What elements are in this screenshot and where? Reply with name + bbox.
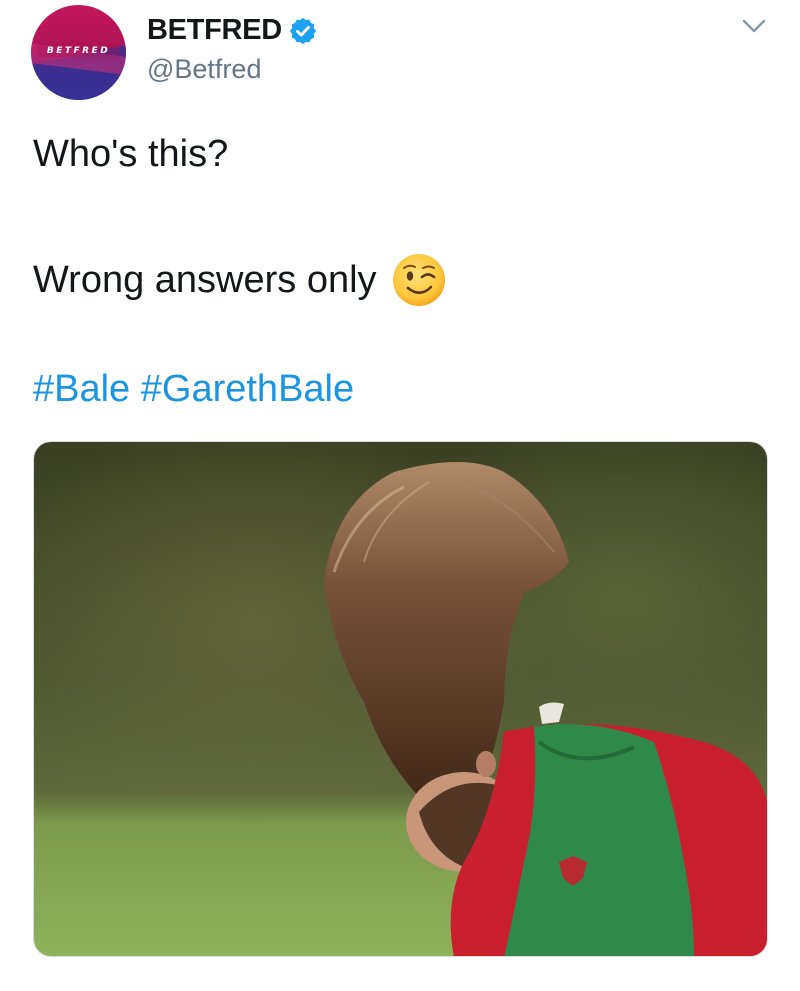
avatar[interactable]: BETFRED	[31, 5, 126, 100]
verified-badge-icon	[289, 17, 316, 44]
hashtag-link-garethbale[interactable]: #GarethBale	[141, 368, 354, 410]
photo-illustration	[34, 442, 767, 956]
tweet-photo[interactable]	[33, 441, 768, 957]
author-name-row[interactable]: BETFRED	[147, 14, 318, 47]
winking-face-emoji	[392, 254, 445, 306]
chevron-down-icon[interactable]	[740, 14, 768, 38]
hashtag-row: #Bale #GarethBale	[33, 368, 354, 411]
tweet-card[interactable]: BETFRED BETFRED @Betfred Who's this? Wro…	[0, 0, 800, 991]
hashtag-link-bale[interactable]: #Bale	[33, 368, 130, 410]
tweet-text-line-2-row: Wrong answers only	[33, 252, 447, 308]
tweet-text-line-2: Wrong answers only	[33, 258, 377, 301]
author-display-name[interactable]: BETFRED	[147, 14, 282, 47]
avatar-wordmark: BETFRED	[46, 46, 111, 56]
author-handle[interactable]: @Betfred	[147, 54, 261, 85]
tweet-text-line-1: Who's this?	[33, 133, 229, 175]
